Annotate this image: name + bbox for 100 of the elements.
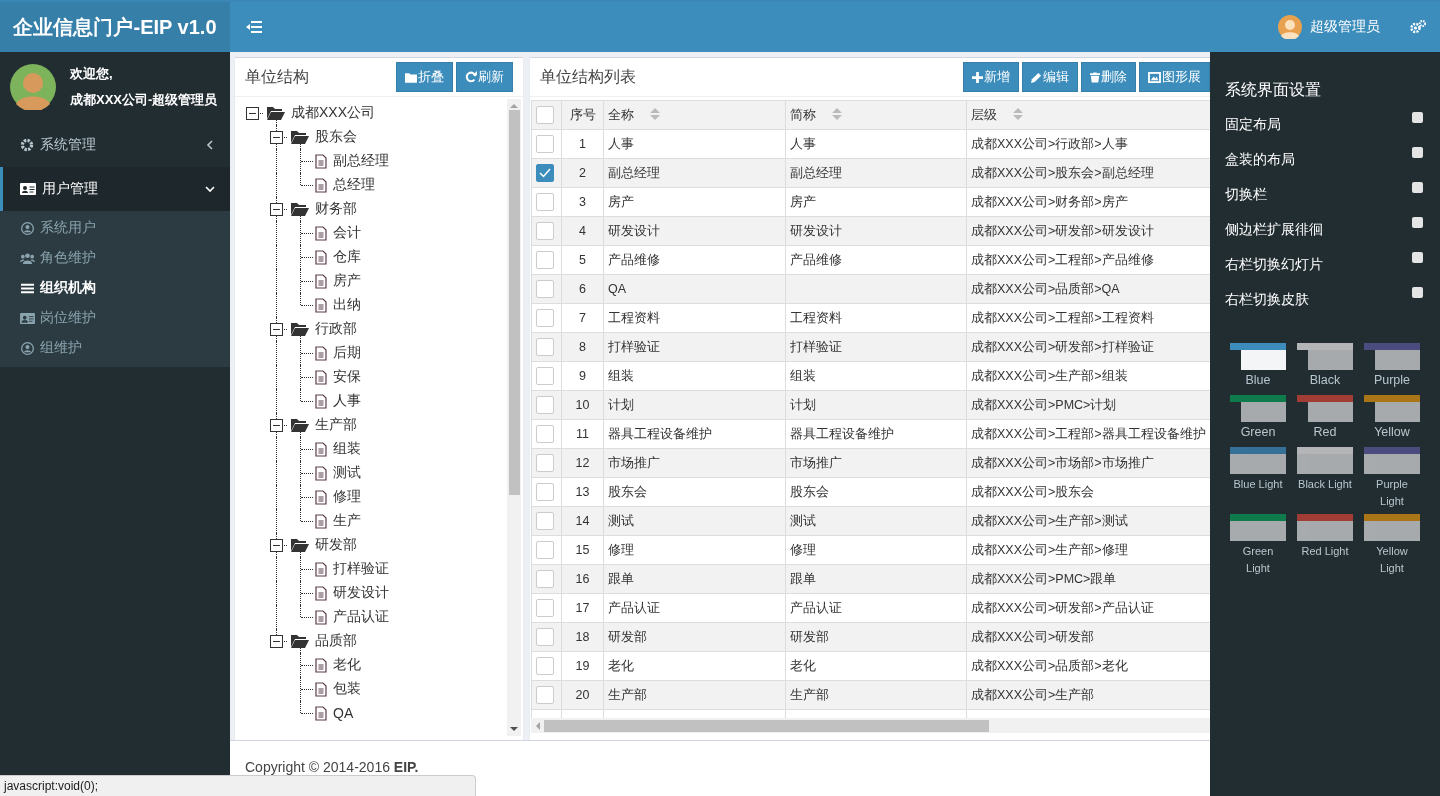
skin-swatch[interactable]	[1230, 447, 1286, 474]
skin-swatch[interactable]	[1297, 343, 1353, 370]
tree-node[interactable]: 财务部	[315, 200, 357, 218]
submenu-item[interactable]: 角色维护	[0, 243, 230, 273]
row-checkbox[interactable]	[536, 338, 554, 356]
setting-checkbox[interactable]	[1412, 147, 1423, 158]
row-checkbox[interactable]	[536, 599, 554, 617]
scrollbar[interactable]	[531, 718, 1210, 733]
row-checkbox[interactable]	[536, 454, 554, 472]
row-checkbox[interactable]	[536, 309, 554, 327]
tree-node[interactable]: 总经理	[333, 176, 375, 194]
column-header[interactable]: 序号	[561, 100, 604, 130]
row-checkbox[interactable]	[536, 222, 554, 240]
tree-node[interactable]: 生产部	[315, 416, 357, 434]
tree-node[interactable]: 品质部	[315, 632, 357, 650]
tree-node[interactable]: 人事	[333, 392, 361, 410]
tree-node[interactable]: 房产	[333, 272, 361, 290]
skin-swatch[interactable]	[1364, 514, 1420, 541]
tree-node[interactable]: 测试	[333, 464, 361, 482]
avatar[interactable]	[1278, 15, 1302, 39]
scrollbar[interactable]	[507, 99, 521, 736]
table-cell: 9	[579, 369, 586, 383]
refresh-button[interactable]: 刷新	[456, 62, 513, 92]
column-header[interactable]: 层级	[966, 100, 1210, 130]
menu-toggle-icon[interactable]	[246, 21, 262, 33]
tree-node[interactable]: 产品认证	[333, 608, 389, 626]
submenu-item[interactable]: 岗位维护	[0, 303, 230, 333]
skin-swatch[interactable]	[1297, 514, 1353, 541]
tree-node[interactable]: 修理	[333, 488, 361, 506]
submenu-item[interactable]: 系统用户	[0, 213, 230, 243]
tree-node[interactable]: 行政部	[315, 320, 357, 338]
row-checkbox[interactable]	[536, 657, 554, 675]
tree-node[interactable]: 包装	[333, 680, 361, 698]
add-button[interactable]: 新增	[963, 62, 1019, 92]
tree-node[interactable]: 打样验证	[333, 560, 389, 578]
skin-swatch[interactable]	[1297, 447, 1353, 474]
row-checkbox[interactable]	[536, 483, 554, 501]
table-cell: 2	[579, 166, 586, 180]
edit-button[interactable]: 编辑	[1022, 62, 1078, 92]
tree-node[interactable]: 后期	[333, 344, 361, 362]
user-name[interactable]: 超级管理员	[1310, 18, 1380, 36]
tree-node[interactable]: 研发设计	[333, 584, 389, 602]
tree-node[interactable]: 生产	[333, 512, 361, 530]
tree-node[interactable]: 成都XXX公司	[291, 104, 375, 122]
tree-node[interactable]: 副总经理	[333, 152, 389, 170]
row-checkbox[interactable]	[536, 396, 554, 414]
select-all-checkbox[interactable]	[536, 106, 554, 124]
column-header[interactable]: 简称	[785, 100, 967, 130]
tree-node[interactable]: 安保	[333, 368, 361, 386]
row-checkbox[interactable]	[536, 280, 554, 298]
skin-swatch[interactable]	[1297, 395, 1353, 422]
table-cell: 14	[575, 514, 590, 528]
row-checkbox[interactable]	[536, 367, 554, 385]
submenu-item[interactable]: 组维护	[0, 333, 230, 363]
row-checkbox[interactable]	[536, 541, 554, 559]
setting-checkbox[interactable]	[1412, 252, 1423, 263]
skin-swatch[interactable]	[1364, 343, 1420, 370]
skin-name: Red	[1313, 424, 1337, 441]
skin-swatch[interactable]	[1230, 514, 1286, 541]
menu-item[interactable]: 系统管理	[0, 123, 230, 166]
submenu-item[interactable]: 组织机构	[0, 273, 230, 303]
collapse-button[interactable]: 折叠	[396, 62, 453, 92]
row-checkbox[interactable]	[536, 570, 554, 588]
row-checkbox[interactable]	[536, 686, 554, 704]
row-checkbox[interactable]	[536, 135, 554, 153]
tree-node[interactable]: 仓库	[333, 248, 361, 266]
collapse-toggle[interactable]	[270, 419, 283, 432]
skin-swatch[interactable]	[1230, 343, 1286, 370]
chart-button[interactable]: 图形展	[1139, 62, 1210, 92]
skin-swatch[interactable]	[1230, 395, 1286, 422]
collapse-toggle[interactable]	[270, 131, 283, 144]
skin-swatch[interactable]	[1364, 447, 1420, 474]
setting-checkbox[interactable]	[1412, 217, 1423, 228]
row-checkbox[interactable]	[536, 251, 554, 269]
row-checkbox[interactable]	[536, 164, 554, 182]
tree-node[interactable]: 会计	[333, 224, 361, 242]
menu-item[interactable]: 用户管理	[0, 167, 230, 211]
skin-swatch[interactable]	[1364, 395, 1420, 422]
setting-checkbox[interactable]	[1412, 287, 1423, 298]
tree-node[interactable]: 研发部	[315, 536, 357, 554]
tree-node[interactable]: 组装	[333, 440, 361, 458]
setting-checkbox[interactable]	[1412, 112, 1423, 123]
collapse-toggle[interactable]	[270, 635, 283, 648]
setting-checkbox[interactable]	[1412, 182, 1423, 193]
row-checkbox[interactable]	[536, 193, 554, 211]
delete-button[interactable]: 删除	[1081, 62, 1136, 92]
collapse-toggle[interactable]	[270, 539, 283, 552]
tree-node[interactable]: 出纳	[333, 296, 361, 314]
tree-node[interactable]: 老化	[333, 656, 361, 674]
tree-node[interactable]: 股东会	[315, 128, 357, 146]
column-header[interactable]: 全称	[603, 100, 786, 130]
collapse-toggle[interactable]	[270, 323, 283, 336]
row-checkbox[interactable]	[536, 512, 554, 530]
collapse-toggle[interactable]	[246, 107, 259, 120]
collapse-toggle[interactable]	[270, 203, 283, 216]
row-checkbox[interactable]	[536, 628, 554, 646]
row-checkbox[interactable]	[536, 425, 554, 443]
app-logo[interactable]: 企业信息门户-EIP v1.0	[0, 2, 230, 52]
tree-node[interactable]: QA	[333, 705, 354, 721]
table-cell: 人事	[790, 136, 816, 151]
